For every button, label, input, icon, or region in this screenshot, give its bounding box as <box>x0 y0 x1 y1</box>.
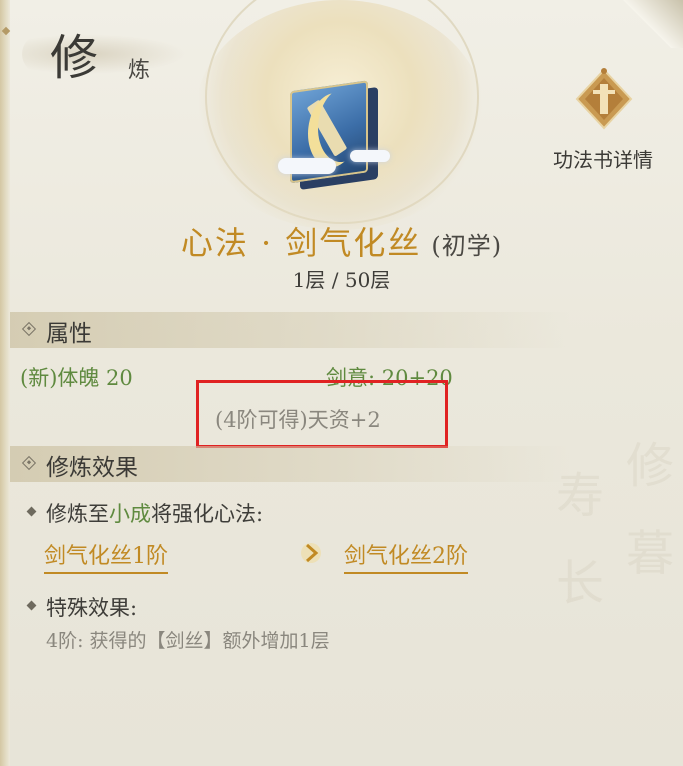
background-calligraphy: 修 暮 <box>617 440 673 588</box>
title-sub-char: 炼 <box>128 58 151 83</box>
effects-section-header: 修炼效果 <box>10 446 570 482</box>
diamond-icon <box>21 455 37 471</box>
chevron-right-icon <box>301 543 321 563</box>
highlight-box <box>196 380 448 448</box>
effect-intro-suffix: 将强化心法: <box>151 502 264 526</box>
stat-physique: (新)体魄 20 <box>20 366 133 390</box>
attributes-section-header: 属性 <box>10 312 570 348</box>
skill-title: 心法 · 剑气化丝 (初学) <box>0 218 683 264</box>
skill-level: 1层 / 50层 <box>292 268 391 292</box>
skill-tier-from-link[interactable]: 剑气化丝1阶 <box>44 538 168 574</box>
book-details-label: 功法书详情 <box>553 148 653 172</box>
skill-book-icon <box>290 79 380 192</box>
page-corner-fold <box>623 0 683 48</box>
background-calligraphy: 寿 长 <box>547 470 603 618</box>
book-details-button[interactable]: 功法书详情 <box>538 68 668 173</box>
section-title: 修炼效果 <box>46 455 138 481</box>
skill-grade: (初学) <box>431 232 503 260</box>
title-cloud-ornament <box>22 34 187 74</box>
scroll-badge-icon <box>575 68 633 130</box>
title-main-char: 修 <box>50 30 99 86</box>
bullet-icon <box>26 506 37 517</box>
panel-left-edge <box>0 0 10 766</box>
panel-title: 修 炼 <box>22 12 192 92</box>
skill-tier-to-link[interactable]: 剑气化丝2阶 <box>344 538 468 574</box>
bullet-icon <box>26 600 37 611</box>
effect-intro-prefix: 修炼至 <box>46 502 109 526</box>
cultivation-panel: 修 暮 寿 长 修 炼 功法书详情 心法 · 剑气化丝 (初学) 1层 / 50层 <box>0 0 683 766</box>
cloud-ornament <box>278 158 336 174</box>
diamond-icon <box>21 321 37 337</box>
special-effect-desc: 4阶: 获得的【剑丝】额外增加1层 <box>46 630 330 652</box>
special-effect-title: 特殊效果: <box>46 596 138 620</box>
effect-intro-stage: 小成 <box>109 502 151 526</box>
effect-intro: 修炼至小成将强化心法: <box>46 498 263 528</box>
skill-name: 心法 · 剑气化丝 <box>180 224 422 262</box>
section-title: 属性 <box>46 321 92 347</box>
cloud-ornament <box>350 150 390 162</box>
